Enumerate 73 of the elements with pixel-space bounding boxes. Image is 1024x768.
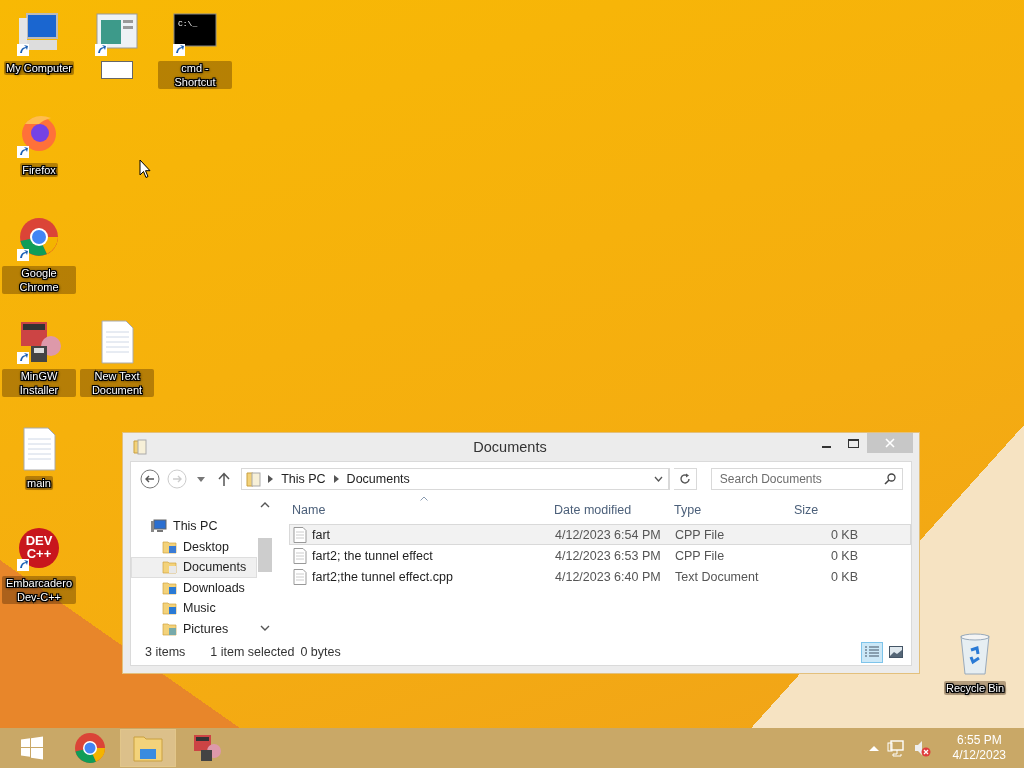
installer-icon [191,733,221,763]
breadcrumb[interactable]: Documents [344,472,412,486]
type-cell-text: CPP File [674,548,726,563]
file-icon [293,568,307,585]
minimize-icon [822,445,831,448]
selection-count: 1 item selected [210,645,295,659]
refresh-icon [678,473,691,485]
file-name: fart2;the tunnel effect.cpp [312,569,453,584]
music-folder-icon [162,600,178,617]
file-icon [293,547,307,564]
windows-logo-icon [20,736,44,760]
nav-item[interactable]: This PC [131,516,257,537]
scroll-up-icon [260,502,270,508]
downloads-folder-icon [162,579,178,596]
file-name: fart2; the tunnel effect [312,548,433,563]
search-field[interactable]: Search Documents [710,468,903,490]
selection-size: 0 bytes [300,645,341,659]
rename-field[interactable] [101,61,133,79]
file-row[interactable]: fart2; the tunnel effect 4/12/2023 6:53 PM CPP File 0 KB [289,545,911,566]
maximize-icon [848,438,859,448]
file-name: fart [312,527,331,542]
pictures-folder-icon [162,620,178,637]
computer-icon [150,518,168,535]
window-title: Documents [472,439,548,455]
up-arrow-icon [217,472,230,486]
nav-item[interactable]: Documents [131,557,257,578]
taskbar-button[interactable] [120,729,176,767]
column-header[interactable]: Type [671,496,791,524]
scroll-down-icon [260,625,270,631]
nav-item[interactable]: Pictures [131,618,257,639]
breadcrumb[interactable]: This PC [279,472,328,486]
desktop-folder-icon [162,538,178,555]
chrome-icon [74,732,106,764]
column-header[interactable]: Size [791,496,863,524]
size-cell-text: 0 KB [829,569,859,584]
refresh-button[interactable] [673,468,697,490]
file-row[interactable]: fart2;the tunnel effect.cpp 4/12/2023 6:40 PM Text Document 0 KB [289,566,911,587]
icon-label[interactable]: Embarcadero Dev-C++ [2,576,76,604]
date-cell-text: 4/12/2023 6:54 PM [554,527,662,542]
folder-icon [133,439,147,455]
size-cell-text: 0 KB [829,527,859,542]
address-bar[interactable]: This PC Documents [241,468,670,490]
date-cell-text: 4/12/2023 6:53 PM [554,548,662,563]
details-view-icon [864,645,880,659]
nav-item[interactable]: Downloads [131,577,257,598]
window-app-icon[interactable] [93,10,141,58]
chevron-down-icon [653,476,663,482]
close-icon [885,438,895,448]
nav-item[interactable]: Desktop [131,536,257,557]
search-icon [884,473,896,485]
date-cell-text: 4/12/2023 6:40 PM [554,569,662,584]
speaker-muted-icon[interactable] [912,739,931,757]
caret-down-icon [196,476,205,482]
file-icon [293,526,307,543]
folder-icon [246,471,263,487]
mouse-pointer-icon [139,159,151,179]
documents-folder-icon [162,559,178,576]
column-header[interactable]: Date modified [551,496,671,524]
item-count: 3 items [145,645,186,659]
type-cell-text: Text Document [674,569,760,584]
size-cell-text: 0 KB [829,548,859,563]
show-hidden-icons-icon[interactable] [868,745,879,751]
picture-icon [889,646,903,658]
scroll-thumb[interactable] [258,538,272,572]
chevron-right-icon [268,475,274,483]
file-row[interactable]: fart 4/12/2023 6:54 PM CPP File 0 KB [289,524,911,545]
back-button[interactable] [139,468,162,490]
sort-ascending-icon [420,496,428,501]
folder-icon [132,733,164,763]
nav-item[interactable]: Music [131,598,257,619]
type-cell-text: CPP File [674,527,726,542]
chevron-right-icon [333,475,339,483]
column-header[interactable]: Name [289,496,551,524]
